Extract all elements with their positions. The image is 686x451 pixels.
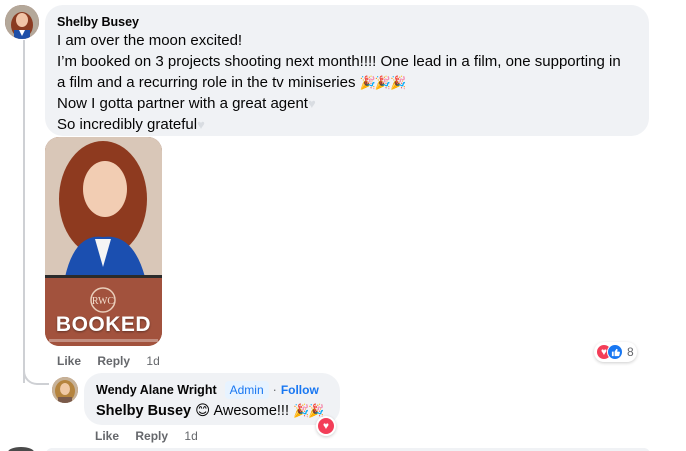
smile-icon: 😊 bbox=[195, 403, 211, 419]
reply-reaction[interactable]: ♥ bbox=[316, 416, 336, 436]
love-icon: ♥ bbox=[318, 418, 334, 434]
reply-actions: Like Reply 1d bbox=[95, 429, 211, 443]
like-icon bbox=[607, 344, 623, 360]
comment-text: a film and a recurring role in the tv mi… bbox=[57, 74, 356, 91]
logo-text: RWC bbox=[92, 296, 115, 307]
reply-bubble: Wendy Alane Wright Admin · Follow Shelby… bbox=[84, 373, 340, 425]
fine-print bbox=[49, 339, 158, 342]
reply-header: Wendy Alane Wright Admin · Follow bbox=[96, 381, 328, 399]
like-button[interactable]: Like bbox=[95, 429, 119, 443]
comment-bubble: Shelby Busey I am over the moon excited!… bbox=[45, 5, 649, 136]
next-comment-avatar[interactable] bbox=[8, 447, 34, 451]
thread-connector bbox=[23, 363, 49, 385]
comment-actions: Like Reply 1d bbox=[57, 354, 173, 368]
party-popper-icon: 🎉🎉🎉 bbox=[359, 75, 407, 90]
reply-button[interactable]: Reply bbox=[135, 429, 168, 443]
reply-avatar[interactable] bbox=[52, 377, 78, 403]
comment-text-line: I am over the moon excited! bbox=[57, 32, 243, 49]
party-popper-icon: 🎉🎉 bbox=[293, 403, 324, 418]
comment-text-line: Now I gotta partner with a great agent♥ bbox=[57, 93, 637, 114]
reply-author[interactable]: Wendy Alane Wright bbox=[96, 382, 217, 398]
comment-text: Now I gotta partner with a great agent bbox=[57, 95, 308, 112]
white-heart-icon: ♥ bbox=[197, 117, 205, 132]
reply-text: Awesome!!! bbox=[213, 403, 289, 419]
timestamp[interactable]: 1d bbox=[146, 354, 159, 368]
follow-button[interactable]: Follow bbox=[281, 382, 319, 398]
comment-text-line: a film and a recurring role in the tv mi… bbox=[57, 72, 637, 93]
white-heart-icon: ♥ bbox=[307, 96, 316, 111]
separator-dot: · bbox=[272, 383, 277, 397]
comment-author[interactable]: Shelby Busey bbox=[57, 14, 637, 30]
avatar[interactable] bbox=[5, 5, 39, 39]
comment-image[interactable]: RWC BOOKED bbox=[45, 137, 162, 346]
like-button[interactable]: Like bbox=[57, 354, 81, 368]
booked-label: BOOKED bbox=[55, 313, 152, 336]
comment-text: So incredibly grateful bbox=[57, 116, 198, 133]
admin-badge: Admin bbox=[224, 381, 269, 399]
comment-text-line: I’m booked on 3 projects shooting next m… bbox=[57, 53, 621, 70]
reply-text-line: Shelby Busey 😊 Awesome!!! 🎉🎉 bbox=[96, 401, 328, 421]
thread-line bbox=[23, 40, 25, 383]
mention-link[interactable]: Shelby Busey bbox=[96, 403, 191, 419]
reply-button[interactable]: Reply bbox=[97, 354, 130, 368]
reactions-summary[interactable]: ♥ 8 bbox=[594, 342, 637, 362]
timestamp[interactable]: 1d bbox=[184, 429, 197, 443]
reaction-count: 8 bbox=[627, 345, 634, 359]
comment-text-line: So incredibly grateful♥ bbox=[57, 114, 637, 135]
